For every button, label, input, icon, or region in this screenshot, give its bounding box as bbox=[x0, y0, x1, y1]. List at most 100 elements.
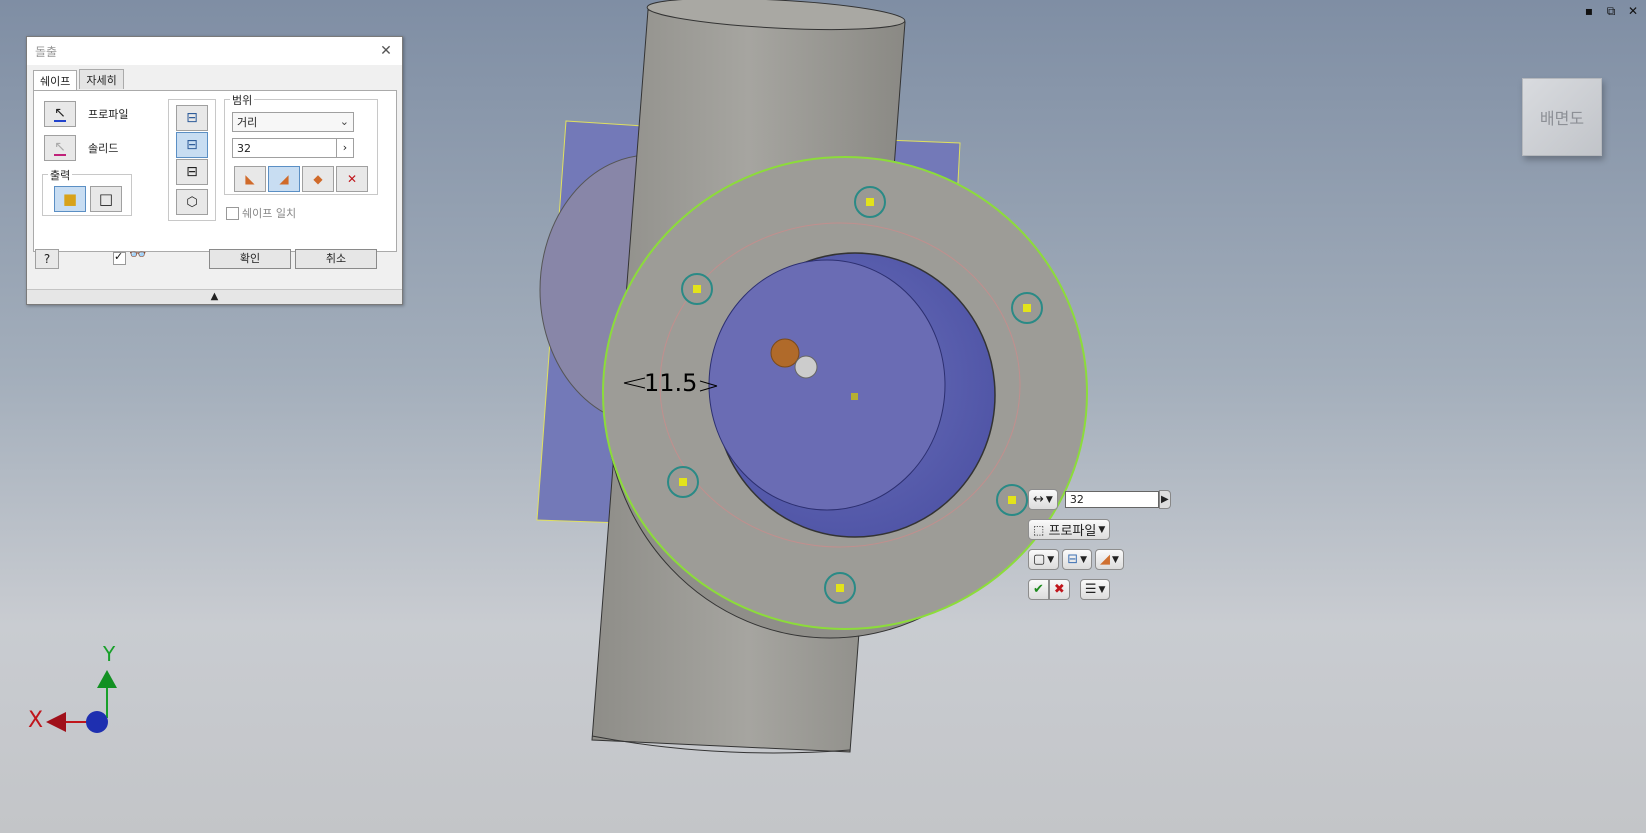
join-icon: ⊟ bbox=[186, 110, 198, 126]
help-icon: ? bbox=[43, 252, 51, 266]
solid-box-icon: ▢ bbox=[1033, 552, 1046, 567]
chevron-down-icon: ⌄ bbox=[339, 115, 349, 128]
bolt-hole bbox=[996, 484, 1028, 516]
mini-profile-button[interactable]: ⬚ 프로파일 ▼ bbox=[1028, 519, 1111, 540]
extent-type-select[interactable]: 거리 ⌄ bbox=[232, 112, 354, 132]
mini-options-button[interactable]: ☰ ▼ bbox=[1079, 579, 1111, 600]
bolt-hole bbox=[667, 466, 699, 498]
restore-icon[interactable]: ⧉ bbox=[1604, 4, 1618, 18]
mini-toolbar-options-row: ▢ ▼ ⊟ ▼ ◢ ▼ bbox=[1028, 549, 1127, 570]
preview-checkbox[interactable] bbox=[113, 250, 126, 265]
glasses-icon: 👓 bbox=[129, 247, 147, 263]
chevron-down-icon: ▼ bbox=[1098, 584, 1106, 595]
asymmetric-icon: ✕ bbox=[346, 172, 358, 186]
tab-more[interactable]: 자세히 bbox=[79, 69, 124, 89]
axis-triad bbox=[46, 670, 117, 733]
asymmetric-button[interactable]: ✕ bbox=[336, 166, 368, 192]
dialog-tabs: 쉐이프 자세히 bbox=[27, 65, 402, 90]
dialog-titlebar[interactable]: 돌출 ✕ bbox=[27, 37, 402, 65]
new-solid-icon: ⬡ bbox=[186, 194, 198, 210]
view-cube-face[interactable]: 배면도 bbox=[1522, 78, 1602, 156]
cancel-button[interactable]: 취소 bbox=[295, 249, 377, 269]
direction-1-icon: ◣ bbox=[245, 172, 255, 186]
symmetric-icon: ◆ bbox=[313, 172, 323, 186]
distance-mode-button[interactable]: ↔ ▼ bbox=[1028, 489, 1058, 510]
solid-cube-icon: ■ bbox=[62, 190, 78, 208]
distance-input[interactable]: 32 › bbox=[232, 138, 354, 158]
distance-icon: ↔ bbox=[1033, 492, 1044, 507]
mini-toolbar-distance-row: ↔ ▼ 32 ▶ bbox=[1028, 489, 1171, 510]
bolt-hole bbox=[854, 186, 886, 218]
view-cube[interactable]: 배면도 bbox=[1522, 78, 1602, 156]
surface-cube-icon: □ bbox=[98, 190, 114, 208]
mini-distance-input[interactable]: 32 bbox=[1064, 491, 1159, 508]
direction-icon: ◢ bbox=[1100, 552, 1111, 567]
operation-button[interactable]: ⊟ ▼ bbox=[1062, 549, 1093, 570]
chevron-right-icon[interactable]: › bbox=[336, 139, 353, 157]
check-icon: ✔ bbox=[1033, 582, 1044, 597]
direction-2-icon: ◢ bbox=[279, 172, 289, 186]
expand-bar[interactable]: ▲ bbox=[27, 289, 402, 304]
extent-group-title: 범위 bbox=[230, 92, 255, 108]
chevron-down-icon: ▼ bbox=[1047, 554, 1055, 565]
manipulator-handle-sphere bbox=[794, 355, 818, 379]
manipulator-handle-orange bbox=[770, 338, 800, 368]
intersect-icon: ⊟ bbox=[186, 164, 198, 180]
bolt-hole bbox=[1011, 292, 1043, 324]
cut-icon: ⊟ bbox=[186, 137, 198, 153]
bolt-hole bbox=[824, 572, 856, 604]
bore-inner-wall bbox=[708, 259, 946, 511]
direction-button[interactable]: ◢ ▼ bbox=[1095, 549, 1124, 570]
cursor-arrow-icon: ↖ bbox=[54, 105, 66, 122]
close-icon[interactable]: ✕ bbox=[1626, 4, 1640, 18]
extrude-dialog: 돌출 ✕ 쉐이프 자세히 ↖ 프로파일 ↖ 솔리드 출력 ■ □ ⊟ ⊟ ⊟ ⬡… bbox=[26, 36, 403, 305]
solid-select-button[interactable]: ↖ bbox=[44, 135, 76, 161]
dimension-value[interactable]: 11.5 bbox=[644, 369, 697, 397]
solid-label: 솔리드 bbox=[88, 142, 119, 155]
shape-tab-panel: ↖ 프로파일 ↖ 솔리드 출력 ■ □ ⊟ ⊟ ⊟ ⬡ 범위 거리 ⌄ 32 ›… bbox=[33, 90, 397, 252]
mini-toolbar-profile-row: ⬚ 프로파일 ▼ bbox=[1028, 519, 1113, 540]
chevron-down-icon: ▼ bbox=[1098, 524, 1106, 535]
list-icon: ☰ bbox=[1084, 582, 1097, 597]
dialog-close-button[interactable]: ✕ bbox=[378, 43, 394, 59]
extent-type-value: 거리 bbox=[237, 116, 258, 129]
cut-button[interactable]: ⊟ bbox=[176, 132, 208, 158]
axis-y-label: Y bbox=[103, 642, 116, 666]
minimize-icon[interactable]: ▪ bbox=[1582, 4, 1596, 18]
output-group-title: 출력 bbox=[48, 167, 73, 183]
mini-profile-label: 프로파일 bbox=[1048, 524, 1097, 539]
mini-distance-arrow-button[interactable]: ▶ bbox=[1158, 490, 1171, 509]
mini-ok-button[interactable]: ✔ bbox=[1028, 579, 1049, 600]
join-button[interactable]: ⊟ bbox=[176, 105, 208, 131]
profile-select-button[interactable]: ↖ bbox=[44, 101, 76, 127]
match-shape-label: 쉐이프 일치 bbox=[242, 207, 297, 220]
output-solid-button[interactable]: ■ bbox=[54, 186, 86, 212]
profile-label: 프로파일 bbox=[88, 108, 129, 121]
join-icon: ⊟ bbox=[1067, 552, 1079, 567]
tab-shape[interactable]: 쉐이프 bbox=[33, 70, 78, 90]
output-surface-button[interactable]: □ bbox=[90, 186, 122, 212]
direction-2-button[interactable]: ◢ bbox=[268, 166, 300, 192]
chevron-down-icon: ▼ bbox=[1112, 554, 1119, 565]
cursor-arrow-disabled-icon: ↖ bbox=[54, 139, 66, 156]
mini-toolbar-confirm-row: ✔ ✖ ☰ ▼ bbox=[1028, 579, 1113, 600]
match-shape-checkbox[interactable] bbox=[226, 207, 239, 220]
symmetric-button[interactable]: ◆ bbox=[302, 166, 334, 192]
window-controls: ▪ ⧉ ✕ bbox=[1582, 4, 1640, 18]
mini-cancel-button[interactable]: ✖ bbox=[1048, 579, 1070, 600]
ok-button[interactable]: 확인 bbox=[209, 249, 291, 269]
chevron-down-icon: ▼ bbox=[1080, 554, 1088, 565]
close-icon: ✖ bbox=[1053, 582, 1065, 597]
output-type-button[interactable]: ▢ ▼ bbox=[1028, 549, 1060, 570]
distance-value: 32 bbox=[237, 141, 251, 155]
dialog-title: 돌출 bbox=[35, 44, 58, 59]
intersect-button[interactable]: ⊟ bbox=[176, 159, 208, 185]
chevron-down-icon: ▼ bbox=[1045, 494, 1053, 505]
direction-1-button[interactable]: ◣ bbox=[234, 166, 266, 192]
axis-x-label: X bbox=[28, 708, 44, 733]
center-point bbox=[851, 393, 858, 400]
bolt-hole bbox=[681, 273, 713, 305]
new-solid-button[interactable]: ⬡ bbox=[176, 189, 208, 215]
profile-select-icon: ⬚ bbox=[1033, 522, 1045, 537]
help-button[interactable]: ? bbox=[35, 249, 59, 269]
